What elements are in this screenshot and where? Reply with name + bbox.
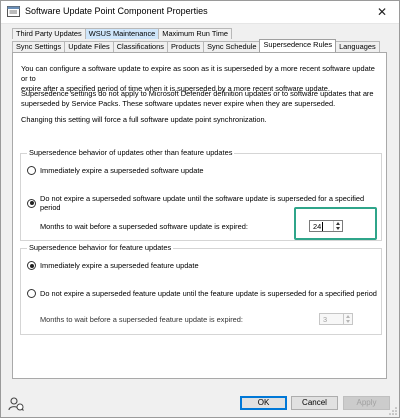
group-legend: Supersedence behavior for feature update…	[27, 243, 174, 253]
radio-button-checked[interactable]	[27, 261, 36, 270]
stepper-arrows[interactable]	[333, 221, 342, 231]
months-label: Months to wait before a superseded softw…	[40, 222, 248, 231]
radio-immediately-expire-software[interactable]: Immediately expire a superseded software…	[27, 166, 204, 175]
tab-sync-schedule[interactable]: Sync Schedule	[203, 41, 261, 52]
resize-grip-icon[interactable]	[389, 407, 397, 415]
chevron-down-icon[interactable]	[336, 227, 340, 230]
chevron-up-icon[interactable]	[336, 222, 340, 225]
chevron-up-icon	[346, 315, 350, 318]
sync-warning-text: Changing this setting will force a full …	[21, 115, 267, 124]
months-stepper-software[interactable]: 24	[309, 220, 343, 232]
description-line: superseded by Service Packs. These softw…	[21, 99, 336, 108]
radio-button[interactable]	[27, 289, 36, 298]
description-paragraph-2: Supersedence settings do not apply to Mi…	[21, 89, 376, 109]
months-label: Months to wait before a superseded featu…	[40, 315, 243, 324]
close-icon: ✕	[376, 5, 388, 19]
text-caret	[322, 222, 323, 231]
apply-button[interactable]: Apply	[343, 396, 390, 410]
app-properties-icon	[7, 6, 20, 17]
description-line: Supersedence settings do not apply to Mi…	[21, 89, 374, 98]
group-non-feature-updates: Supersedence behavior of updates other t…	[20, 148, 382, 241]
group-feature-updates: Supersedence behavior for feature update…	[20, 243, 382, 335]
tab-wsus-maintenance[interactable]: WSUS Maintenance	[84, 28, 160, 39]
title-bar: Software Update Point Component Properti…	[0, 0, 400, 24]
tab-third-party-updates[interactable]: Third Party Updates	[12, 28, 86, 39]
group-legend: Supersedence behavior of updates other t…	[27, 148, 235, 158]
tab-maximum-run-time[interactable]: Maximum Run Time	[158, 28, 232, 39]
radio-label: Do not expire a superseded software upda…	[40, 194, 365, 212]
ok-button[interactable]: OK	[240, 396, 287, 410]
radio-delay-expire-feature[interactable]: Do not expire a superseded feature updat…	[27, 289, 377, 298]
radio-delay-expire-software[interactable]: Do not expire a superseded software upda…	[27, 194, 381, 212]
tab-languages[interactable]: Languages	[335, 41, 380, 52]
stepper-value[interactable]: 24	[313, 222, 321, 232]
radio-label: Do not expire a superseded feature updat…	[40, 289, 377, 298]
tab-supersedence-rules[interactable]: Supersedence Rules	[259, 39, 337, 52]
tab-sync-settings[interactable]: Sync Settings	[12, 41, 66, 52]
cancel-button[interactable]: Cancel	[291, 396, 338, 410]
tab-classifications[interactable]: Classifications	[112, 41, 168, 52]
description-line: You can configure a software update to e…	[21, 64, 375, 83]
radio-label: Immediately expire a superseded feature …	[40, 261, 199, 270]
radio-button[interactable]	[27, 166, 36, 175]
tab-products[interactable]: Products	[166, 41, 205, 52]
radio-button-checked[interactable]	[27, 198, 36, 208]
stepper-arrows	[343, 314, 352, 324]
user-help-icon[interactable]	[8, 396, 24, 412]
window-title: Software Update Point Component Properti…	[25, 6, 208, 16]
radio-immediately-expire-feature[interactable]: Immediately expire a superseded feature …	[27, 261, 199, 270]
stepper-value: 3	[323, 315, 328, 324]
radio-label: Immediately expire a superseded software…	[40, 166, 204, 175]
chevron-down-icon	[346, 320, 350, 323]
tab-update-files[interactable]: Update Files	[64, 41, 114, 52]
tab-panel-supersedence-rules: You can configure a software update to e…	[12, 52, 387, 379]
months-stepper-feature: 3	[319, 313, 353, 325]
tab-row-top: Third Party Updates WSUS Maintenance Max…	[12, 28, 232, 39]
tab-row-bottom: Sync Settings Update Files Classificatio…	[12, 39, 380, 52]
close-button[interactable]: ✕	[364, 0, 400, 24]
